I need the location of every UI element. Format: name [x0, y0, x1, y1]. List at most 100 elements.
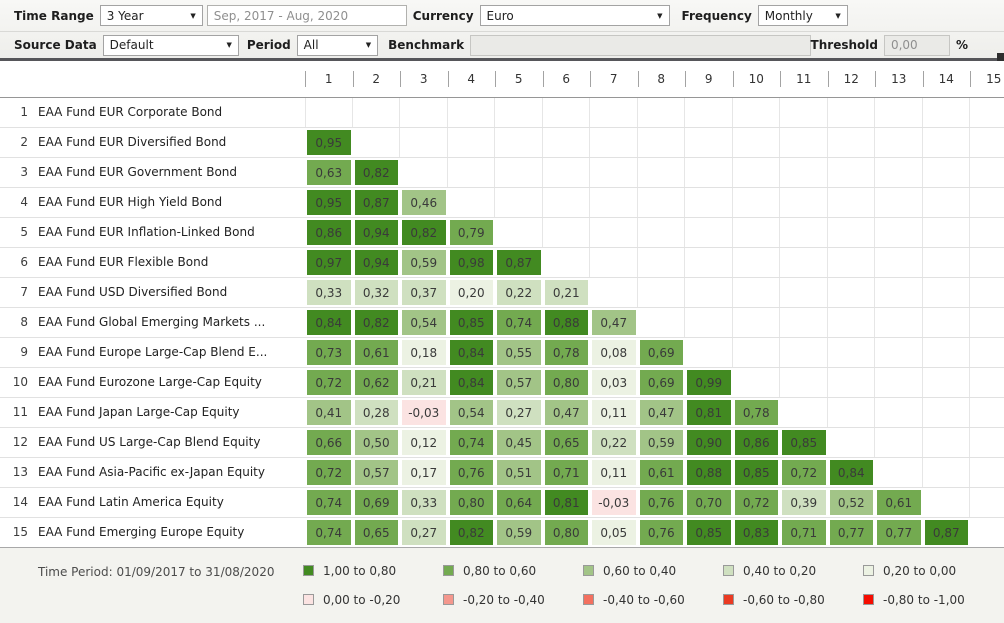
legend-item: 1,00 to 0,80	[303, 564, 443, 578]
legend-item: 0,60 to 0,40	[583, 564, 723, 578]
column-header: 6	[542, 61, 591, 97]
correlation-cell: 0,57	[495, 368, 543, 397]
column-header: 2	[352, 61, 401, 97]
empty-cell	[875, 308, 923, 337]
currency-value: Euro	[486, 8, 514, 23]
correlation-cell: 0,85	[447, 308, 495, 337]
row-cells: 0,41 0,28 -0,03 0,54 0,27 0,47 0,11 0,47 0,81 0,7…	[305, 398, 1004, 427]
empty-cell	[923, 458, 970, 487]
empty-cell	[923, 338, 970, 367]
correlation-cell: 0,74	[305, 518, 353, 547]
empty-cell	[923, 278, 970, 307]
empty-cell	[495, 98, 543, 127]
column-header: 9	[685, 61, 733, 97]
empty-cell	[590, 248, 638, 277]
row-number: 13	[12, 465, 28, 479]
matrix-row: 12 EAA Fund US Large-Cap Blend Equity 0,66…	[0, 428, 1004, 458]
period-select[interactable]: All ▼	[296, 34, 379, 56]
column-header: 3	[400, 61, 448, 97]
source-data-label: Source Data	[14, 38, 97, 52]
column-header: 11	[780, 61, 828, 97]
correlation-cell: 0,79	[447, 218, 495, 247]
empty-cell	[828, 98, 875, 127]
empty-cell	[543, 98, 590, 127]
empty-cell	[828, 158, 875, 187]
correlation-cell: 0,69	[637, 368, 685, 397]
fund-name: EAA Fund US Large-Cap Blend Equity	[38, 435, 261, 449]
empty-cell	[780, 248, 828, 277]
fund-name: EAA Fund EUR Flexible Bond	[38, 255, 209, 269]
empty-cell	[828, 308, 875, 337]
legend-item: -0,80 to -1,00	[863, 593, 1003, 607]
correlation-cell: 0,28	[352, 398, 400, 427]
empty-cell	[590, 188, 638, 217]
row-number: 9	[20, 345, 28, 359]
empty-cell	[590, 218, 638, 247]
frequency-select[interactable]: Monthly ▼	[757, 5, 848, 26]
correlation-cell: 0,99	[685, 368, 733, 397]
source-data-value: Default	[109, 38, 154, 52]
empty-cell	[638, 278, 685, 307]
correlation-cell: 0,21	[542, 278, 590, 307]
row-number: 10	[12, 375, 28, 389]
empty-cell	[923, 308, 970, 337]
threshold-label: Threshold	[810, 38, 878, 52]
row-cells: 0,63 0,82	[305, 158, 1004, 187]
correlation-cell: 0,87	[352, 188, 400, 217]
fund-name: EAA Fund Global Emerging Markets ...	[38, 315, 266, 329]
correlation-cell: 0,85	[780, 428, 828, 457]
correlation-cell: 0,88	[542, 308, 590, 337]
correlation-cell: 0,39	[780, 488, 828, 517]
correlation-cell: 0,47	[542, 398, 590, 427]
correlation-cell: 0,82	[400, 218, 448, 247]
empty-cell	[780, 158, 828, 187]
correlation-cell: 0,82	[447, 518, 495, 547]
correlation-cell: 0,50	[352, 428, 400, 457]
correlation-cell: 0,59	[400, 248, 448, 277]
matrix-row: 3 EAA Fund EUR Government Bond 0,63 0,82	[0, 158, 1004, 188]
legend-label: 0,20 to 0,00	[883, 563, 957, 578]
time-range-select[interactable]: 3 Year ▼	[99, 5, 203, 26]
empty-cell	[923, 248, 970, 277]
correlation-cell: 0,76	[637, 518, 685, 547]
correlation-cell: 0,69	[637, 338, 685, 367]
empty-cell	[400, 158, 448, 187]
correlation-cell: 0,61	[352, 338, 400, 367]
currency-select[interactable]: Euro ▼	[479, 5, 670, 26]
correlation-cell: 0,74	[495, 308, 543, 337]
legend-label: 0,80 to 0,60	[463, 563, 537, 578]
correlation-cell: 0,73	[305, 338, 353, 367]
correlation-cell: 0,76	[447, 458, 495, 487]
matrix-row: 13 EAA Fund Asia-Pacific ex-Japan Equity 0…	[0, 458, 1004, 488]
matrix-row: 14 EAA Fund Latin America Equity 0,74 0,69 0…	[0, 488, 1004, 518]
correlation-cell: 0,18	[400, 338, 448, 367]
legend-label: -0,60 to -0,80	[743, 592, 825, 607]
correlation-cell: 0,41	[305, 398, 353, 427]
toolbar-row-1: Time Range 3 Year ▼ Currency Euro ▼ Freq…	[0, 0, 1004, 32]
column-header: 5	[495, 61, 543, 97]
correlation-cell: 0,11	[590, 398, 638, 427]
threshold-input[interactable]	[883, 34, 950, 56]
source-data-select[interactable]: Default ▼	[102, 34, 239, 56]
empty-cell	[353, 98, 400, 127]
empty-cell	[733, 338, 780, 367]
correlation-cell: 0,51	[495, 458, 543, 487]
correlation-cell: 0,59	[637, 428, 685, 457]
correlation-cell: 0,81	[685, 398, 733, 427]
correlation-cell: 0,22	[590, 428, 638, 457]
benchmark-input[interactable]	[470, 34, 811, 56]
benchmark-label: Benchmark	[388, 38, 465, 52]
date-range-input[interactable]	[206, 5, 407, 26]
column-header: 1	[305, 61, 353, 97]
chevron-down-icon: ▼	[657, 11, 663, 20]
column-header: 10	[732, 61, 781, 97]
empty-cell	[685, 308, 733, 337]
empty-cell	[828, 338, 875, 367]
empty-cell	[828, 368, 875, 397]
correlation-cell: 0,74	[447, 428, 495, 457]
empty-cell	[875, 248, 923, 277]
correlation-cell: 0,32	[352, 278, 400, 307]
row-number: 7	[20, 285, 28, 299]
correlation-cell: 0,72	[305, 458, 353, 487]
chevron-down-icon: ▼	[226, 41, 232, 49]
